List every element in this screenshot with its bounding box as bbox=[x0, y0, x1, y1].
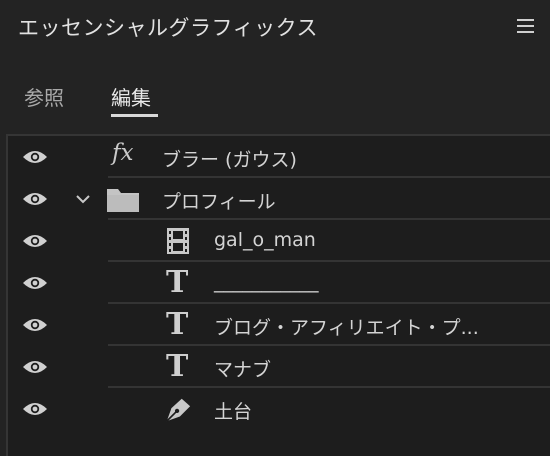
pen-shape-icon bbox=[166, 398, 191, 422]
layer-label: ブログ・アフィリエイト・プ... bbox=[214, 317, 479, 339]
eye-icon[interactable] bbox=[22, 358, 48, 376]
chevron-down-icon[interactable] bbox=[74, 190, 92, 208]
layer-row-blur[interactable]: fx ブラー (ガウス) bbox=[8, 136, 550, 178]
active-tab-indicator bbox=[111, 114, 158, 117]
tab-bar: 参照 編集 bbox=[0, 72, 550, 122]
text-layer-icon: T bbox=[166, 307, 189, 342]
panel-title: エッセンシャルグラフィックス bbox=[18, 16, 318, 40]
layer-row-text[interactable]: T マナブ bbox=[8, 346, 550, 388]
eye-icon[interactable] bbox=[22, 316, 48, 334]
layer-row-folder[interactable]: プロフィール bbox=[8, 178, 550, 220]
folder-icon bbox=[107, 189, 139, 212]
eye-icon[interactable] bbox=[22, 190, 48, 208]
text-layer-icon: T bbox=[166, 349, 189, 384]
layer-row-clip[interactable]: gal_o_man bbox=[8, 220, 550, 262]
eye-icon[interactable] bbox=[22, 400, 48, 418]
layer-row-text[interactable]: T ___________ bbox=[8, 262, 550, 304]
panel-header: エッセンシャルグラフィックス bbox=[0, 0, 550, 52]
tab-edit[interactable]: 編集 bbox=[111, 82, 151, 111]
fx-effect-icon: fx bbox=[112, 140, 134, 166]
eye-icon[interactable] bbox=[22, 232, 48, 250]
layer-label: gal_o_man bbox=[214, 229, 316, 251]
layer-list: fx ブラー (ガウス) プロフィール gal_o_man T ________… bbox=[6, 134, 550, 456]
text-layer-icon: T bbox=[166, 265, 189, 300]
layer-label: 土台 bbox=[214, 401, 253, 423]
eye-icon[interactable] bbox=[22, 148, 48, 166]
layer-label: プロフィール bbox=[162, 191, 276, 213]
hamburger-menu-icon[interactable] bbox=[517, 19, 535, 33]
eye-icon[interactable] bbox=[22, 274, 48, 292]
layer-label: マナブ bbox=[214, 359, 272, 381]
layer-label: ___________ bbox=[214, 271, 319, 293]
layer-row-text[interactable]: T ブログ・アフィリエイト・プ... bbox=[8, 304, 550, 346]
layer-row-shape[interactable]: 土台 bbox=[8, 388, 550, 430]
tab-browse[interactable]: 参照 bbox=[24, 82, 64, 111]
film-clip-icon bbox=[167, 228, 189, 254]
layer-label: ブラー (ガウス) bbox=[162, 149, 297, 171]
